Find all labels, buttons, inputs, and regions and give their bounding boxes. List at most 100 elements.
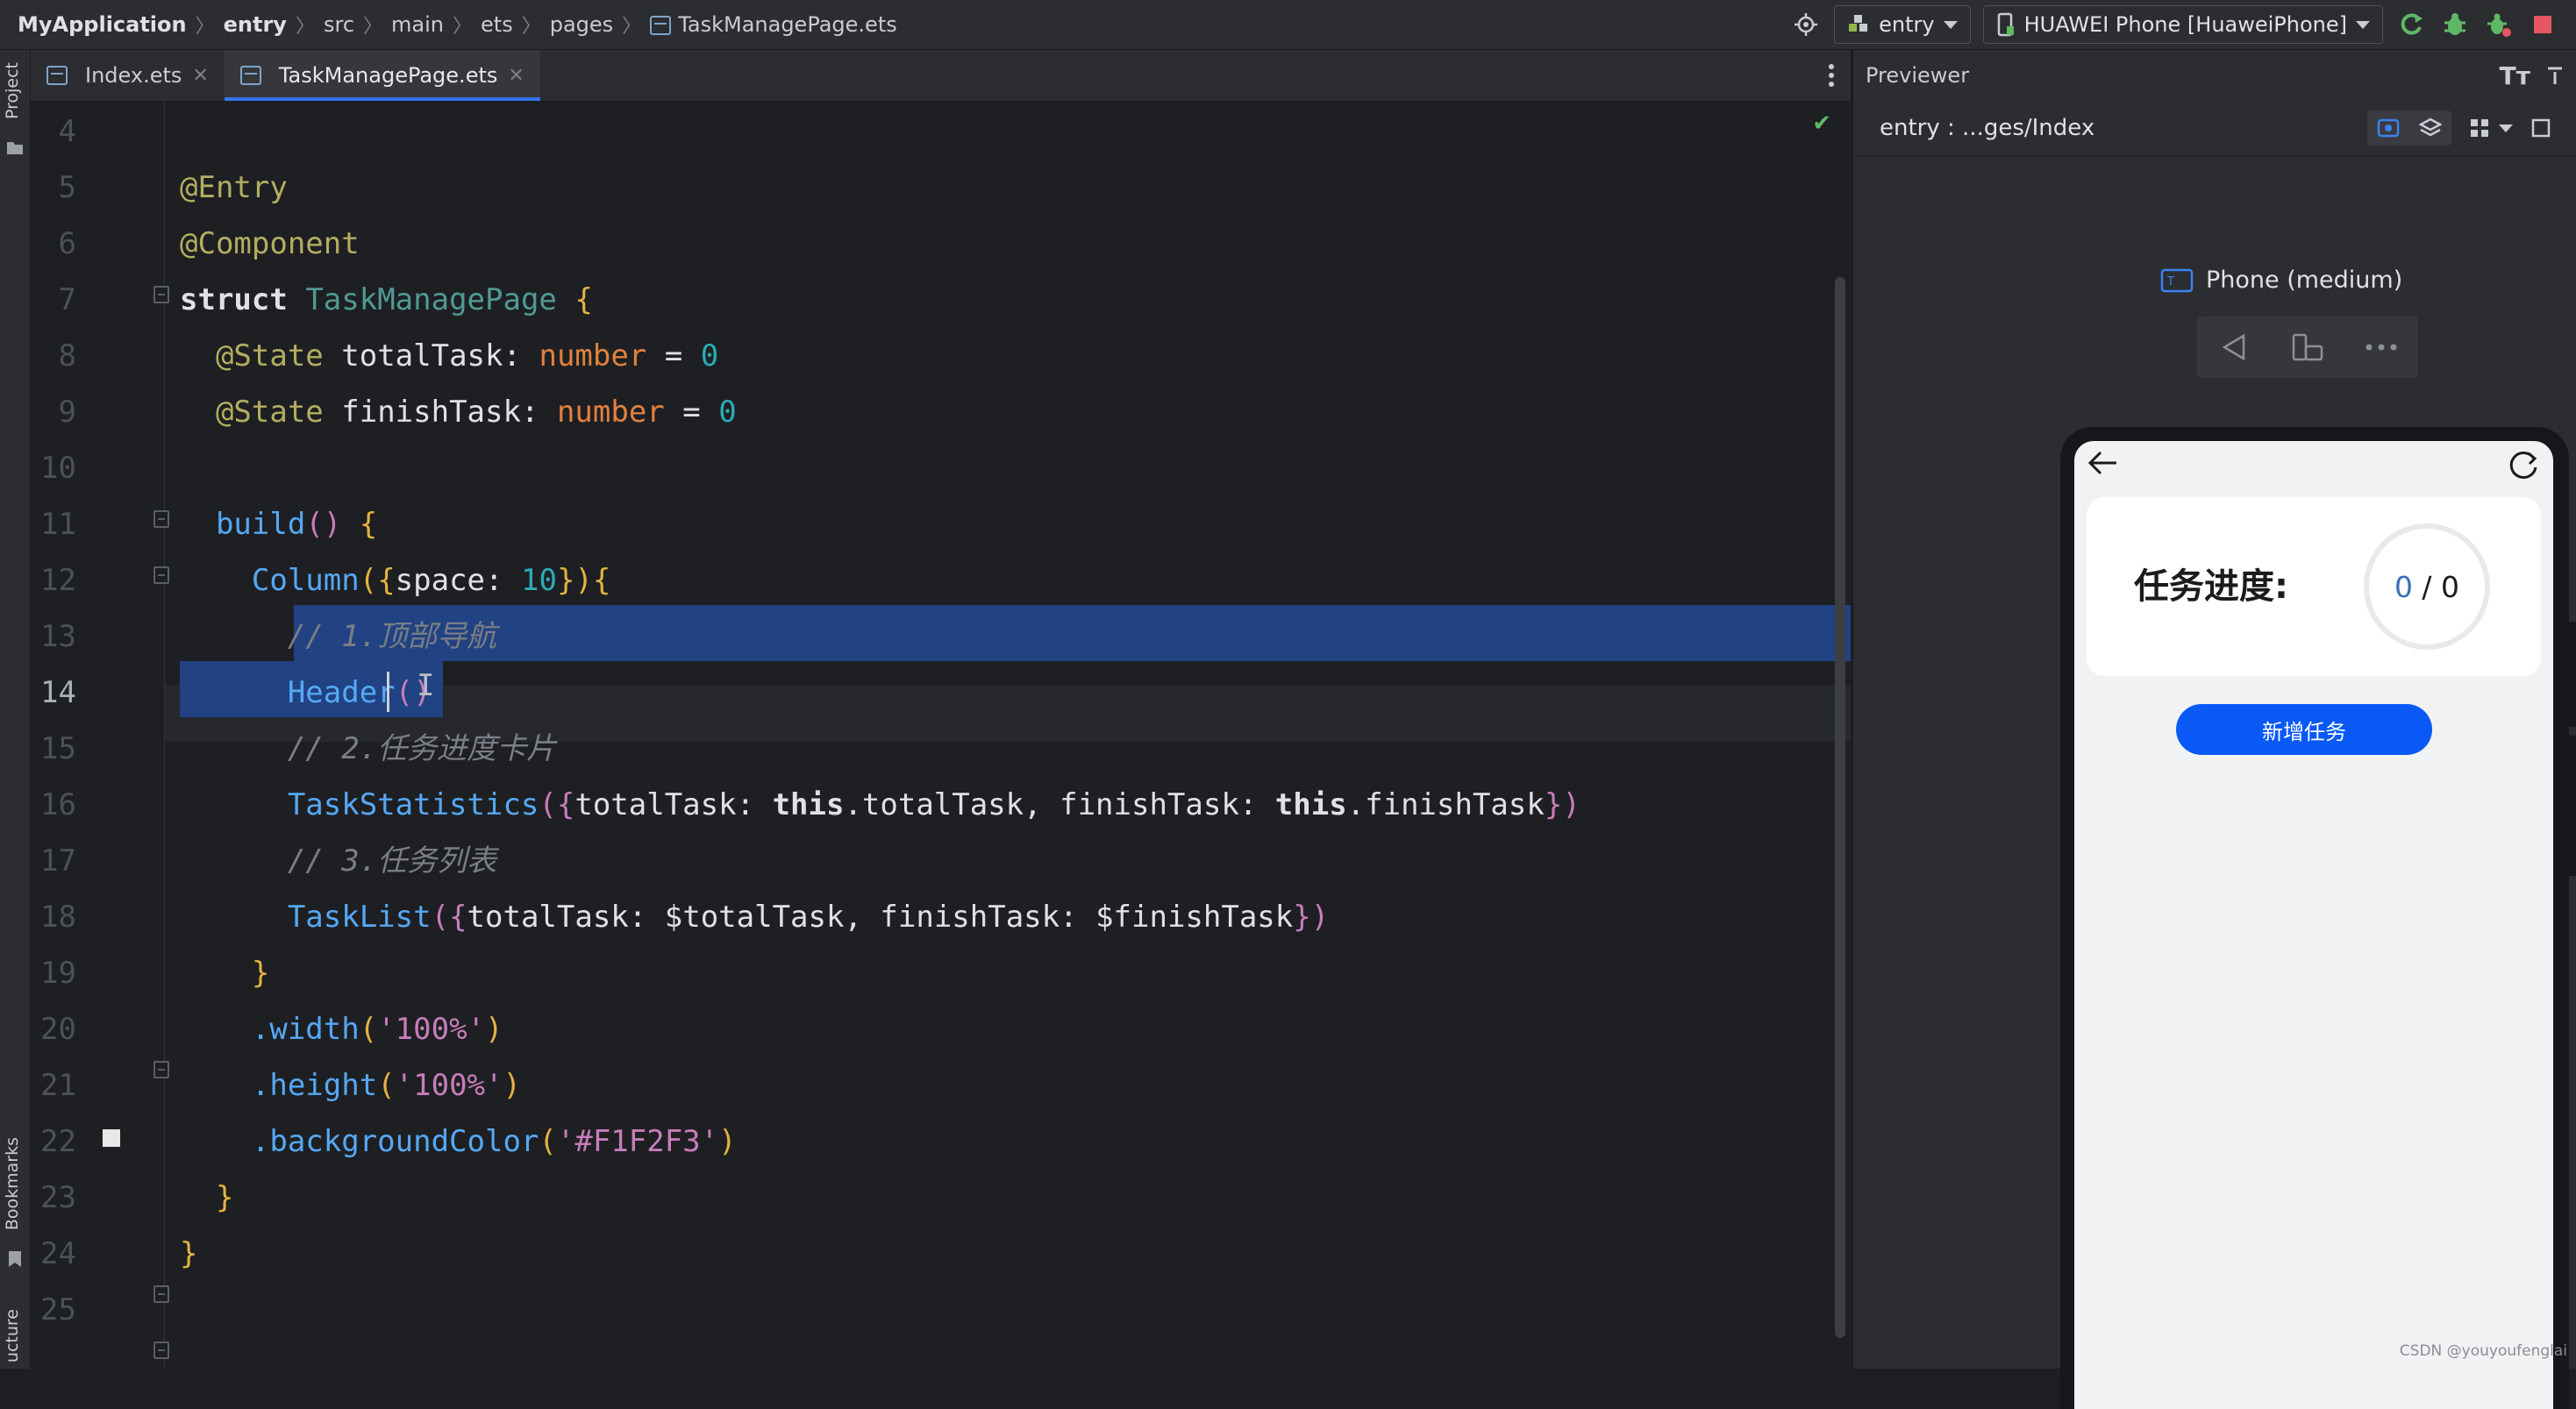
string-literal: '100%' [377, 1012, 486, 1047]
finished-count: 0 [2394, 569, 2413, 604]
tab-index-ets[interactable]: Index.ets ✕ [31, 50, 225, 101]
string-literal: '100%' [395, 1068, 503, 1103]
multi-device-icon[interactable] [2469, 117, 2513, 139]
breadcrumb-item-ets[interactable]: ets [475, 12, 518, 37]
vertical-scrollbar[interactable] [1835, 277, 1845, 1338]
previewer-stage: T Phone (medium) 任务进度: 0 / 0 新增任务 CSDN @… [1853, 157, 2576, 1409]
watermark: CSDN @youyoufenglai [2399, 1342, 2567, 1360]
device-profile[interactable]: T Phone (medium) [2160, 267, 2402, 294]
keyword: struct [180, 282, 288, 317]
code-line-8: @State totalTask: number = 0 [180, 328, 1851, 384]
code-editor[interactable]: 4 5 6 7 8 9 10 11 12 13 14 15 16 17 18 1… [31, 102, 1851, 1369]
method-call: .width [251, 1012, 360, 1047]
breadcrumb-item-src[interactable]: src [318, 12, 360, 37]
function-name: Column [251, 563, 360, 598]
module-selector-label: entry [1879, 12, 1935, 37]
identifier: finishTask [1060, 787, 1239, 822]
breadcrumb-file[interactable]: TaskManagePage.ets [645, 12, 903, 37]
back-nav-icon[interactable] [2197, 317, 2271, 378]
top-navigation-bar: MyApplication 〉 entry 〉 src 〉 main 〉 ets… [0, 0, 2576, 50]
task-progress-card: 任务进度: 0 / 0 [2087, 497, 2541, 676]
ets-file-icon [650, 16, 672, 35]
code-line-22: .backgroundColor('#F1F2F3') [180, 1114, 1851, 1170]
target-icon[interactable] [1790, 9, 1822, 40]
fold-toggle-icon[interactable] [153, 1061, 169, 1078]
phone-side-button [2567, 622, 2576, 727]
punct: : [485, 563, 503, 598]
fold-toggle-icon[interactable] [153, 566, 169, 584]
state-link: $finishTask [1095, 900, 1294, 935]
bookmark-marker-icon[interactable] [103, 1129, 120, 1147]
comment: // 3.任务列表 [287, 843, 497, 879]
module-selector[interactable]: entry [1834, 5, 1971, 44]
code-line-11: build() { [180, 496, 1851, 552]
close-icon[interactable]: ✕ [508, 65, 524, 87]
more-options-icon[interactable] [1828, 50, 1851, 101]
breadcrumb-project[interactable]: MyApplication [12, 12, 192, 37]
fullscreen-icon[interactable] [2530, 117, 2551, 139]
breadcrumb-item-pages[interactable]: pages [545, 12, 618, 37]
tab-label: TaskManagePage.ets [278, 63, 498, 88]
function-name: TaskList [287, 900, 432, 935]
code-line-20: .width('100%') [180, 1001, 1851, 1057]
text-cursor [387, 672, 389, 712]
line-number: 12 [40, 563, 76, 598]
mouse-ibeam-icon: I [417, 668, 435, 703]
brace: }) [1544, 787, 1581, 822]
svg-text:T: T [2166, 275, 2174, 288]
decorator: @Component [180, 226, 360, 261]
structure-tool-button[interactable]: ucture [3, 1309, 22, 1363]
layers-icon[interactable] [2409, 110, 2451, 146]
fold-toggle-icon[interactable] [153, 1285, 169, 1303]
no-problems-check-icon[interactable]: ✔ [1812, 110, 1831, 137]
component-inspector-icon[interactable] [2367, 110, 2409, 146]
method-call: .height [251, 1068, 378, 1103]
struct-name: TaskManagePage [305, 282, 557, 317]
number-literal: 0 [700, 338, 719, 374]
brace: { [359, 507, 378, 542]
line-number: 9 [58, 395, 76, 430]
line-number: 16 [40, 787, 76, 822]
hide-panel-icon[interactable] [2544, 65, 2565, 86]
chevron-down-icon [2499, 124, 2513, 132]
keyword-this: this [1274, 787, 1347, 822]
bookmarks-tool-button[interactable]: Bookmarks [3, 1137, 22, 1230]
add-task-button[interactable]: 新增任务 [2176, 704, 2432, 755]
decorator: @State [215, 338, 324, 374]
stop-icon[interactable] [2527, 9, 2558, 40]
attach-debugger-icon[interactable] [2483, 9, 2515, 40]
previewer-page-path[interactable]: entry : ...ges/Index [1880, 115, 2094, 141]
fold-toggle-icon[interactable] [153, 286, 169, 303]
code-line-23: } [180, 1170, 1851, 1226]
breadcrumb-separator: 〉 [195, 16, 215, 38]
method-call: .backgroundColor [251, 1124, 539, 1159]
editor-tabs: Index.ets ✕ TaskManagePage.ets ✕ [31, 50, 1851, 102]
number-literal: 0 [718, 395, 737, 430]
app-screen[interactable]: 任务进度: 0 / 0 新增任务 [2074, 441, 2553, 1409]
line-number: 5 [58, 170, 76, 205]
back-arrow-icon[interactable] [2087, 450, 2120, 480]
project-tool-button[interactable]: Project [3, 62, 22, 119]
device-selector-label: HUAWEI Phone [HuaweiPhone] [2023, 12, 2347, 37]
progress-ring: 0 / 0 [2364, 523, 2490, 650]
refresh-icon[interactable] [2506, 448, 2541, 487]
font-size-icon[interactable]: Tт [2500, 61, 2530, 90]
brace: ({ [431, 900, 467, 935]
close-icon[interactable]: ✕ [192, 65, 208, 87]
more-options-icon[interactable] [2344, 317, 2418, 378]
breadcrumb-item-entry[interactable]: entry [218, 12, 292, 37]
rotate-device-icon[interactable] [2271, 317, 2344, 378]
code-area[interactable]: @Entry @Component struct TaskManagePage … [180, 102, 1851, 1369]
device-selector[interactable]: HUAWEI Phone [HuaweiPhone] [1982, 5, 2383, 44]
debug-icon[interactable] [2439, 9, 2471, 40]
fold-toggle-icon[interactable] [153, 510, 169, 528]
tab-taskmanagepage-ets[interactable]: TaskManagePage.ets ✕ [224, 50, 540, 101]
identifier: totalTask [467, 900, 629, 935]
run-icon[interactable] [2395, 9, 2427, 40]
device-controls [2197, 317, 2418, 378]
tab-label: Index.ets [85, 63, 182, 88]
breadcrumb-item-main[interactable]: main [386, 12, 449, 37]
fold-toggle-icon[interactable] [153, 1341, 169, 1359]
paren: ) [485, 1012, 503, 1047]
comment: // 2.任务进度卡片 [287, 731, 557, 766]
